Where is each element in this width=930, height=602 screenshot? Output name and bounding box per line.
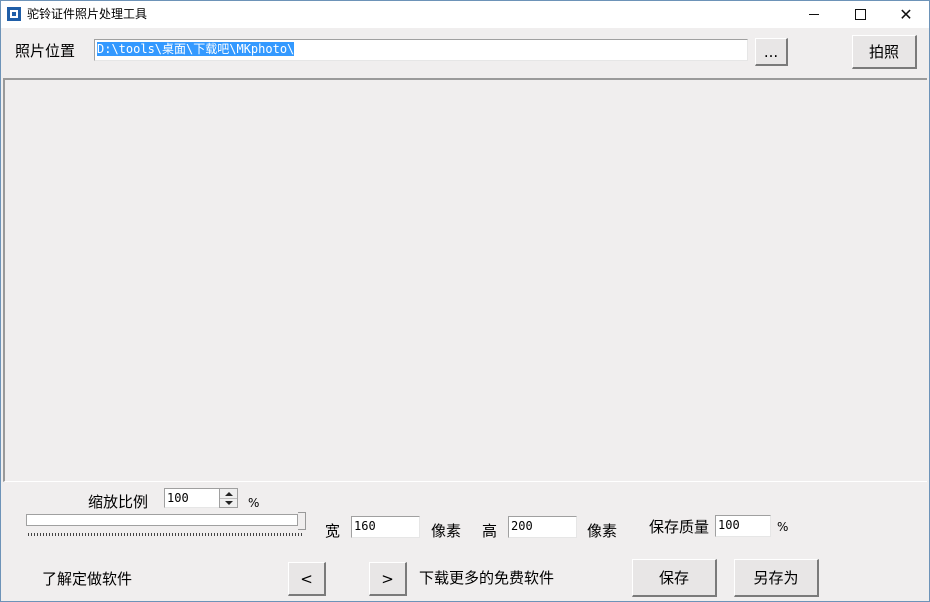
next-button[interactable]: > [369,562,407,596]
quality-input[interactable]: 100 [715,515,771,537]
save-as-button[interactable]: 另存为 [734,559,819,597]
scale-unit: % [248,496,260,510]
photo-preview-area[interactable] [3,78,927,482]
path-input[interactable]: D:\tools\桌面\下载吧\MKphoto\ [94,39,748,61]
scale-slider-ticks [28,533,302,536]
scale-label: 缩放比例 [88,493,149,511]
scale-slider-track[interactable] [26,514,298,526]
minimize-icon [809,14,819,15]
browse-button[interactable]: ... [755,38,788,66]
path-input-value: D:\tools\桌面\下载吧\MKphoto\ [97,42,295,56]
arrow-up-icon [224,491,233,496]
custom-software-link[interactable]: 了解定做软件 [42,570,132,588]
spin-down-button[interactable] [220,498,237,507]
title-bar[interactable]: 驼铃证件照片处理工具 ✕ [1,1,929,28]
width-input[interactable]: 160 [351,516,420,538]
maximize-icon [854,9,866,20]
width-label: 宽 [325,522,341,540]
close-button[interactable]: ✕ [883,1,929,28]
more-software-link[interactable]: 下载更多的免费软件 [419,569,554,587]
app-icon [7,7,21,21]
window-title: 驼铃证件照片处理工具 [27,7,148,21]
scale-slider-thumb[interactable] [298,512,306,530]
save-button[interactable]: 保存 [632,559,717,597]
scale-spinner[interactable] [219,488,238,508]
close-icon: ✕ [899,4,913,24]
quality-label: 保存质量 [649,518,710,536]
capture-button[interactable]: 拍照 [852,35,917,69]
height-label: 高 [482,522,498,540]
minimize-button[interactable] [791,1,837,28]
main-window: 驼铃证件照片处理工具 ✕ 照片位置 D:\tools\桌面\下载吧\MKphot… [0,0,930,602]
quality-unit: % [777,520,789,534]
height-unit: 像素 [587,522,618,540]
arrow-down-icon [224,500,233,505]
prev-button[interactable]: < [288,562,326,596]
scale-input[interactable]: 100 [164,488,220,508]
path-label: 照片位置 [15,42,76,60]
height-input[interactable]: 200 [508,516,577,538]
width-unit: 像素 [431,522,462,540]
maximize-button[interactable] [837,1,883,28]
